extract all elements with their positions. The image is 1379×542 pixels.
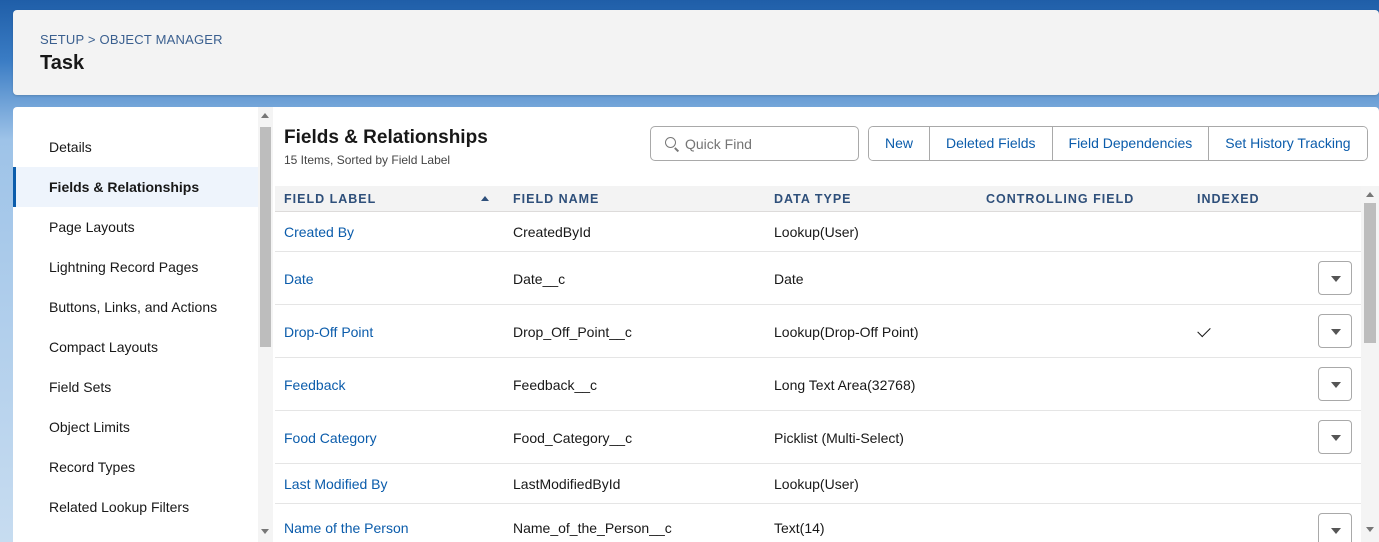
- row-actions-chevron-down-icon[interactable]: [1318, 420, 1352, 454]
- sidebar-item-fields-relationships[interactable]: Fields & Relationships: [13, 167, 258, 207]
- column-header-field-name[interactable]: FIELD NAME: [513, 186, 599, 212]
- field-label-link[interactable]: Last Modified By: [284, 476, 388, 492]
- scroll-down-icon[interactable]: [1366, 527, 1374, 532]
- field-label-link[interactable]: Name of the Person: [284, 520, 409, 536]
- deleted-fields-button[interactable]: Deleted Fields: [930, 127, 1053, 160]
- field-label-link[interactable]: Date: [284, 271, 314, 287]
- breadcrumb: SETUP > OBJECT MANAGER: [40, 32, 223, 47]
- field-label-link[interactable]: Created By: [284, 224, 354, 240]
- new-button[interactable]: New: [869, 127, 931, 160]
- table-scroll-thumb[interactable]: [1364, 203, 1376, 343]
- sidebar: Details Fields & Relationships Page Layo…: [13, 107, 258, 542]
- data-type: Lookup(User): [774, 224, 859, 240]
- table-row: Date Date__c Date: [275, 252, 1361, 305]
- field-name: LastModifiedById: [513, 476, 621, 492]
- set-history-tracking-button[interactable]: Set History Tracking: [1209, 127, 1367, 160]
- data-type: Date: [774, 271, 804, 287]
- row-actions-chevron-down-icon[interactable]: [1318, 314, 1352, 348]
- page-header: SETUP > OBJECT MANAGER Task: [13, 10, 1379, 95]
- sidebar-item-compact-layouts[interactable]: Compact Layouts: [13, 327, 258, 367]
- table-row: Name of the Person Name_of_the_Person__c…: [275, 504, 1361, 542]
- field-name: Name_of_the_Person__c: [513, 520, 672, 536]
- table-row: Food Category Food_Category__c Picklist …: [275, 411, 1361, 464]
- scroll-up-icon[interactable]: [261, 113, 269, 118]
- sidebar-item-record-types[interactable]: Record Types: [13, 447, 258, 487]
- sidebar-item-object-limits[interactable]: Object Limits: [13, 407, 258, 447]
- indexed-check-icon: [1197, 323, 1211, 338]
- sort-ascending-icon[interactable]: [481, 196, 489, 201]
- sidebar-scroll-thumb[interactable]: [260, 127, 271, 347]
- sidebar-scrollbar[interactable]: [258, 107, 273, 542]
- breadcrumb-object-manager[interactable]: OBJECT MANAGER: [100, 32, 223, 47]
- action-button-group: New Deleted Fields Field Dependencies Se…: [868, 126, 1368, 161]
- field-name: CreatedById: [513, 224, 591, 240]
- content-area: Fields & Relationships 15 Items, Sorted …: [275, 107, 1379, 542]
- data-type: Long Text Area(32768): [774, 377, 916, 393]
- field-label-link[interactable]: Food Category: [284, 430, 377, 446]
- search-icon: [665, 137, 676, 148]
- field-label-link[interactable]: Drop-Off Point: [284, 324, 373, 340]
- table-row: Created By CreatedById Lookup(User): [275, 212, 1361, 252]
- scroll-down-icon[interactable]: [261, 529, 269, 534]
- table-scrollbar[interactable]: [1361, 186, 1379, 542]
- breadcrumb-separator: >: [87, 32, 96, 47]
- table-header: FIELD LABEL FIELD NAME DATA TYPE CONTROL…: [275, 186, 1361, 212]
- sidebar-item-buttons-links-actions[interactable]: Buttons, Links, and Actions: [13, 287, 258, 327]
- field-name: Food_Category__c: [513, 430, 633, 446]
- section-subtitle: 15 Items, Sorted by Field Label: [284, 153, 451, 167]
- main-panel: Details Fields & Relationships Page Layo…: [13, 107, 1379, 542]
- row-actions-chevron-down-icon[interactable]: [1318, 513, 1352, 542]
- table-row: Last Modified By LastModifiedById Lookup…: [275, 464, 1361, 504]
- page-title: Task: [40, 52, 85, 74]
- table-row: Drop-Off Point Drop_Off_Point__c Lookup(…: [275, 305, 1361, 358]
- table-row: Feedback Feedback__c Long Text Area(3276…: [275, 358, 1361, 411]
- breadcrumb-setup[interactable]: SETUP: [40, 32, 84, 47]
- sidebar-item-field-sets[interactable]: Field Sets: [13, 367, 258, 407]
- field-name: Drop_Off_Point__c: [513, 324, 632, 340]
- column-header-data-type[interactable]: DATA TYPE: [774, 186, 852, 212]
- field-dependencies-button[interactable]: Field Dependencies: [1052, 127, 1210, 160]
- sidebar-item-lightning-record-pages[interactable]: Lightning Record Pages: [13, 247, 258, 287]
- quick-find-input[interactable]: [650, 126, 859, 161]
- sidebar-item-page-layouts[interactable]: Page Layouts: [13, 207, 258, 247]
- row-actions-chevron-down-icon[interactable]: [1318, 367, 1352, 401]
- data-type: Picklist (Multi-Select): [774, 430, 904, 446]
- data-type: Text(14): [774, 520, 825, 536]
- scroll-up-icon[interactable]: [1366, 192, 1374, 197]
- column-header-indexed[interactable]: INDEXED: [1197, 186, 1260, 212]
- field-name: Date__c: [513, 271, 566, 287]
- sidebar-item-details[interactable]: Details: [13, 127, 258, 167]
- field-label-link[interactable]: Feedback: [284, 377, 345, 393]
- sidebar-item-related-lookup-filters[interactable]: Related Lookup Filters: [13, 487, 258, 527]
- data-type: Lookup(User): [774, 476, 859, 492]
- section-title: Fields & Relationships: [284, 127, 488, 148]
- column-header-controlling-field[interactable]: CONTROLLING FIELD: [986, 186, 1134, 212]
- field-name: Feedback__c: [513, 377, 598, 393]
- column-header-field-label[interactable]: FIELD LABEL: [284, 186, 376, 212]
- row-actions-chevron-down-icon[interactable]: [1318, 261, 1352, 295]
- data-type: Lookup(Drop-Off Point): [774, 324, 919, 340]
